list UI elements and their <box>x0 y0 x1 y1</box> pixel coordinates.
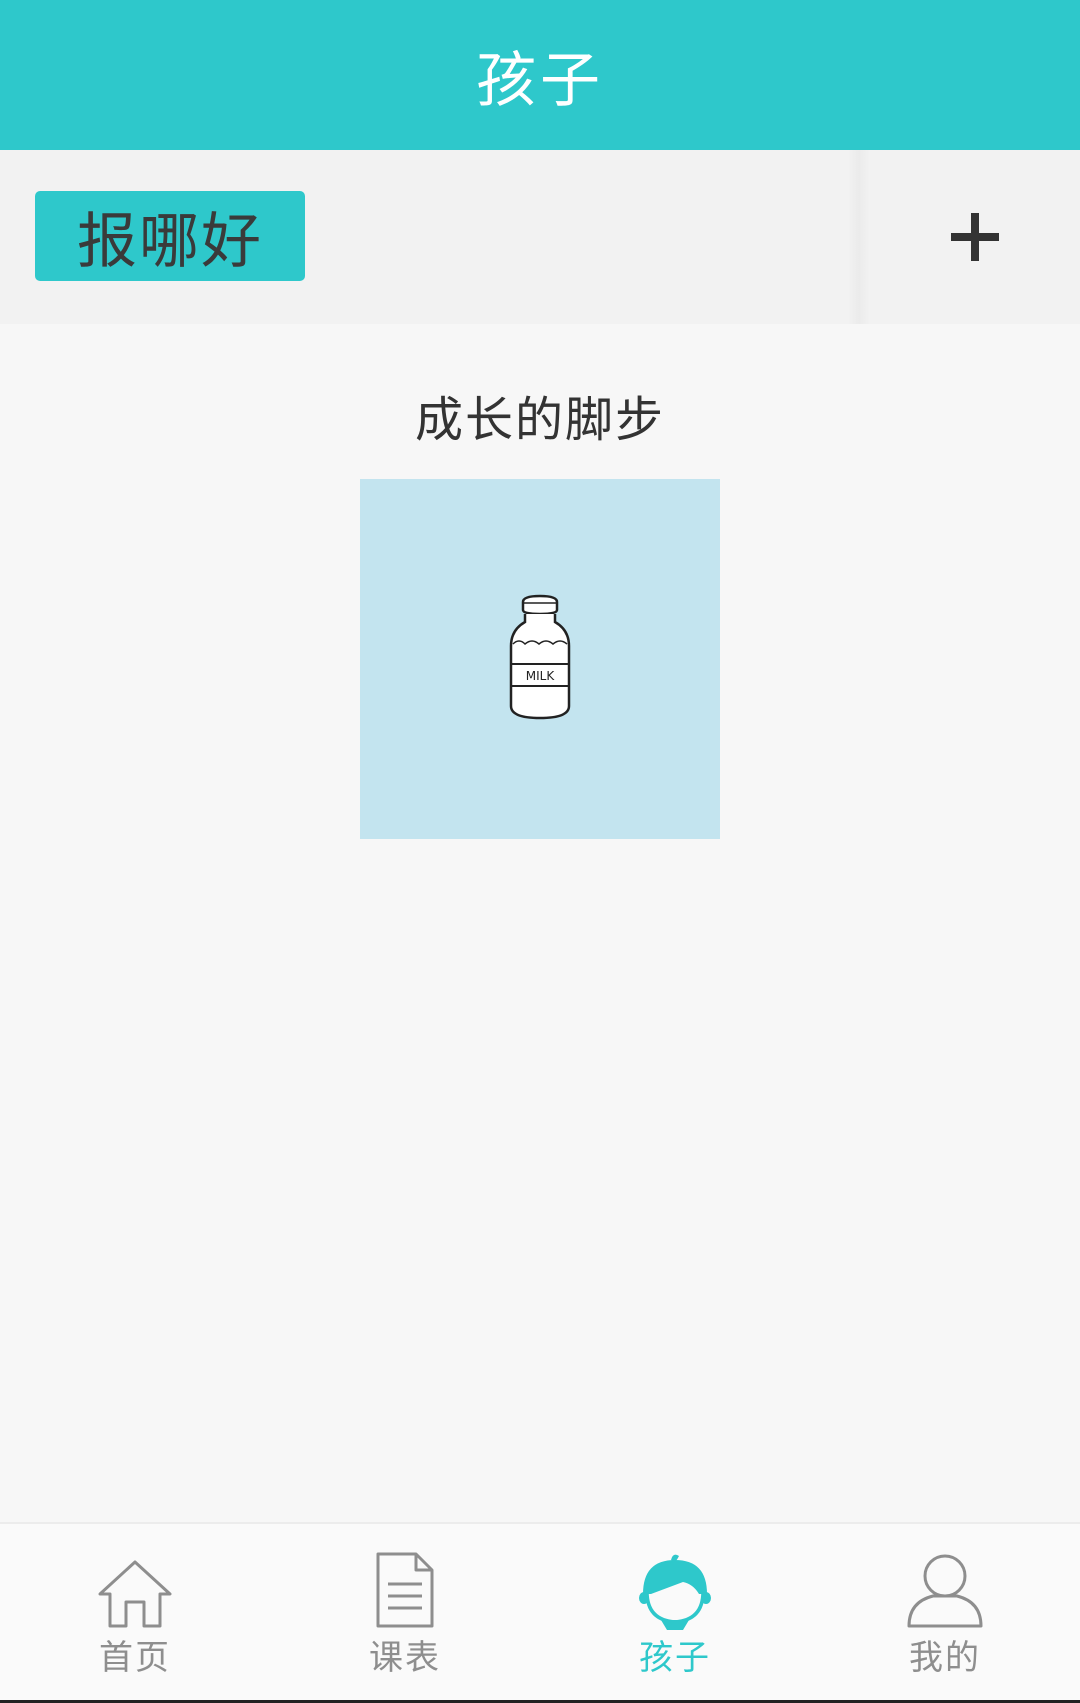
child-icon <box>639 1554 711 1630</box>
tab-home-label: 首页 <box>99 1638 171 1678</box>
page-title: 孩子 <box>476 45 604 116</box>
tab-child[interactable]: 孩子 <box>540 1524 810 1702</box>
plus-icon <box>951 213 999 261</box>
kid-chip-label: 报哪好 <box>77 206 263 277</box>
tab-home[interactable]: 首页 <box>0 1524 270 1702</box>
tab-mine[interactable]: 我的 <box>810 1524 1080 1702</box>
section-title: 成长的脚步 <box>414 392 665 448</box>
tab-child-label: 孩子 <box>639 1638 711 1678</box>
bottom-tab-bar: 首页 课表 孩子 我的 <box>0 1522 1080 1702</box>
kid-selector-bar: 报哪好 <box>0 150 1080 324</box>
add-kid-button[interactable] <box>870 150 1080 324</box>
milk-bottle-icon: MILK <box>509 594 571 720</box>
tab-schedule[interactable]: 课表 <box>270 1524 540 1702</box>
tab-schedule-label: 课表 <box>369 1638 441 1678</box>
document-icon <box>376 1552 434 1628</box>
header-bar: 孩子 <box>0 0 1080 150</box>
user-icon <box>907 1554 983 1628</box>
app-screen: 孩子 报哪好 成长的脚步 MILK 首页 课表 孩子 我的 <box>0 0 1080 1703</box>
home-icon <box>98 1560 172 1628</box>
divider <box>848 150 870 324</box>
growth-card[interactable]: MILK <box>360 479 720 839</box>
milk-label: MILK <box>526 669 556 683</box>
tab-mine-label: 我的 <box>909 1638 981 1678</box>
kid-chip-selected[interactable]: 报哪好 <box>35 191 305 281</box>
